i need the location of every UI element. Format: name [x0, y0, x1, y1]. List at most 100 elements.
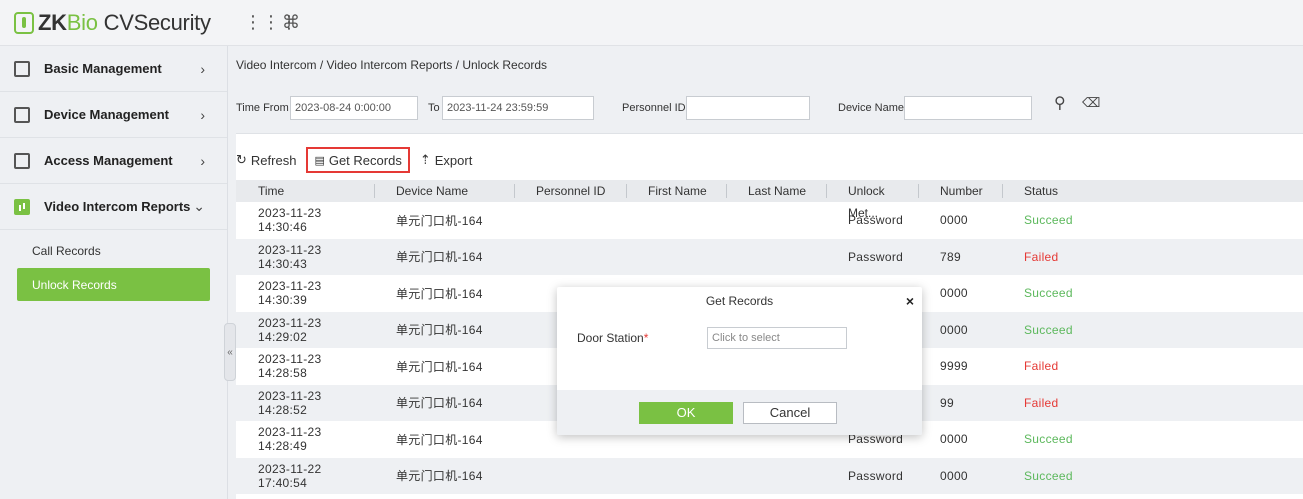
table-row[interactable]: 2023-11-23 14:30:46 单元门口机-164 Password 0000… — [236, 202, 1303, 239]
export-button[interactable]: ⇡ Export — [414, 147, 478, 173]
sidebar-item-label: Device Management — [44, 107, 169, 122]
cell-number: 789 — [940, 249, 961, 264]
cell-number: 0000 — [940, 468, 968, 483]
document-icon: ▤ — [314, 154, 325, 167]
cell-device-name: 单元门口机-164 — [396, 432, 483, 447]
module-icon — [14, 106, 30, 123]
sidebar-item-label: Access Management — [44, 153, 173, 168]
dialog-body: Door Station* Click to select — [557, 315, 922, 390]
search-icon[interactable]: ⚲ — [1054, 93, 1066, 113]
sidebar-subitem-call-records[interactable]: Call Records — [0, 234, 227, 268]
cell-device-name: 单元门口机-164 — [396, 213, 483, 228]
sidebar-subitem-unlock-records[interactable]: Unlock Records — [17, 268, 210, 301]
cell-number: 99 — [940, 395, 954, 410]
cell-time: 2023-11-23 14:29:02 — [258, 315, 322, 344]
cell-unlock-method: Password — [848, 468, 904, 483]
to-label: To — [428, 102, 440, 114]
module-icon — [14, 152, 30, 169]
column-header-first-name[interactable]: First Name — [626, 180, 726, 202]
toolbar: ↻ Refresh ▤ Get Records ⇡ Export — [236, 146, 1303, 174]
time-from-input[interactable]: 2023-08-24 0:00:00 — [290, 96, 418, 120]
cell-device-name: 单元门口机-164 — [396, 359, 483, 374]
cell-number: 9999 — [940, 359, 968, 374]
logo-zk: ZK — [38, 10, 67, 35]
cell-time: 2023-11-23 14:30:46 — [258, 206, 322, 235]
column-header-status[interactable]: Status — [1002, 180, 1122, 202]
cell-status: Succeed — [1024, 213, 1073, 228]
dialog-title: Get Records — [705, 294, 774, 308]
cell-time: 2023-11-23 14:30:43 — [258, 242, 322, 271]
cell-time: 2023-11-22 17:40:54 — [258, 461, 322, 490]
get-records-button[interactable]: ▤ Get Records — [306, 147, 410, 173]
door-station-select[interactable]: Click to select — [707, 327, 847, 349]
cell-device-name: 单元门口机-164 — [396, 469, 483, 484]
personnel-id-label: Personnel ID — [622, 102, 686, 114]
cell-number: 0000 — [940, 322, 968, 337]
cell-time: 2023-11-23 14:28:49 — [258, 425, 322, 454]
device-name-input[interactable] — [904, 96, 1032, 120]
cell-time: 2023-11-23 14:28:58 — [258, 352, 322, 381]
sidebar-item-access-management[interactable]: Access Management › — [0, 138, 227, 184]
column-header-last-name[interactable]: Last Name — [726, 180, 826, 202]
sidebar-item-basic-management[interactable]: Basic Management › — [0, 46, 227, 92]
chevron-right-icon: › — [200, 60, 205, 77]
cancel-button[interactable]: Cancel — [743, 402, 837, 424]
dialog-footer: OK Cancel — [557, 390, 922, 435]
column-header-number[interactable]: Number — [918, 180, 1002, 202]
app-logo[interactable]: ZK Bio CVSecurity — [14, 8, 211, 38]
logo-product: CVSecurity — [103, 10, 211, 35]
cell-status: Succeed — [1024, 432, 1073, 447]
sidebar-item-device-management[interactable]: Device Management › — [0, 92, 227, 138]
sidebar-item-label: Basic Management — [44, 61, 162, 76]
logo-icon — [14, 12, 34, 34]
cell-time: 2023-11-23 14:28:52 — [258, 388, 322, 417]
time-to-input[interactable]: 2023-11-24 23:59:59 — [442, 96, 594, 120]
sidebar: Basic Management › Device Management › A… — [0, 46, 228, 499]
table-row[interactable]: 2023-11-23 14:30:43 单元门口机-164 Password 789 F… — [236, 238, 1303, 275]
cell-number: 0000 — [940, 213, 968, 228]
column-header-time[interactable]: Time — [236, 180, 374, 202]
module-icon — [14, 60, 30, 77]
close-icon[interactable]: × — [906, 287, 914, 315]
cell-time: 2023-11-23 14:30:39 — [258, 279, 322, 308]
get-records-dialog: Get Records × Door Station* Click to sel… — [557, 287, 922, 435]
cell-device-name: 单元门口机-164 — [396, 286, 483, 301]
cell-status: Succeed — [1024, 286, 1073, 301]
command-icon[interactable]: ⌘ — [282, 12, 300, 33]
cell-device-name: 单元门口机-164 — [396, 323, 483, 338]
breadcrumb: Video Intercom / Video Intercom Reports … — [236, 46, 1303, 84]
cell-number: 0000 — [940, 432, 968, 447]
cell-number: 0000 — [940, 286, 968, 301]
export-icon: ⇡ — [419, 152, 431, 167]
table-row[interactable]: 2023-11-22 17:40:54 单元门口机-164 Password 0000… — [236, 457, 1303, 494]
cell-device-name: 单元门口机-164 — [396, 396, 483, 411]
dialog-header: Get Records × — [557, 287, 922, 315]
refresh-icon: ↻ — [236, 152, 247, 167]
column-header-personnel-id[interactable]: Personnel ID — [514, 180, 626, 202]
device-name-label: Device Name — [838, 102, 905, 114]
refresh-button[interactable]: ↻ Refresh — [230, 147, 302, 173]
sidebar-item-label: Video Intercom Reports — [44, 199, 191, 214]
personnel-id-input[interactable] — [686, 96, 810, 120]
ok-button[interactable]: OK — [639, 402, 733, 424]
chevron-down-icon: ⌄ — [193, 198, 205, 214]
cell-status: Failed — [1024, 249, 1059, 264]
sidebar-item-video-intercom-reports[interactable]: Video Intercom Reports ⌄ — [0, 184, 227, 230]
cell-status: Failed — [1024, 395, 1059, 410]
required-mark: * — [643, 331, 649, 345]
bar-chart-icon — [14, 198, 30, 215]
column-header-unlock-method[interactable]: Unlock Met... — [826, 180, 918, 220]
filter-bar: Time From 2023-08-24 0:00:00 To 2023-11-… — [236, 84, 1303, 134]
chevron-right-icon: › — [200, 152, 205, 169]
cell-unlock-method: Password — [848, 249, 904, 264]
table-header: Time Device Name Personnel ID First Name… — [236, 180, 1303, 220]
top-header: ZK Bio CVSecurity ⋮⋮⋮ ⌘ — [0, 0, 1303, 46]
cell-device-name: 单元门口机-164 — [396, 250, 483, 265]
clear-icon[interactable]: ⌫ — [1082, 95, 1100, 111]
sidebar-collapse-handle[interactable]: « — [224, 323, 236, 381]
column-header-device-name[interactable]: Device Name — [374, 180, 514, 202]
cell-status: Succeed — [1024, 322, 1073, 337]
cell-status: Succeed — [1024, 468, 1073, 483]
time-from-label: Time From — [236, 102, 289, 114]
cell-status: Failed — [1024, 359, 1059, 374]
